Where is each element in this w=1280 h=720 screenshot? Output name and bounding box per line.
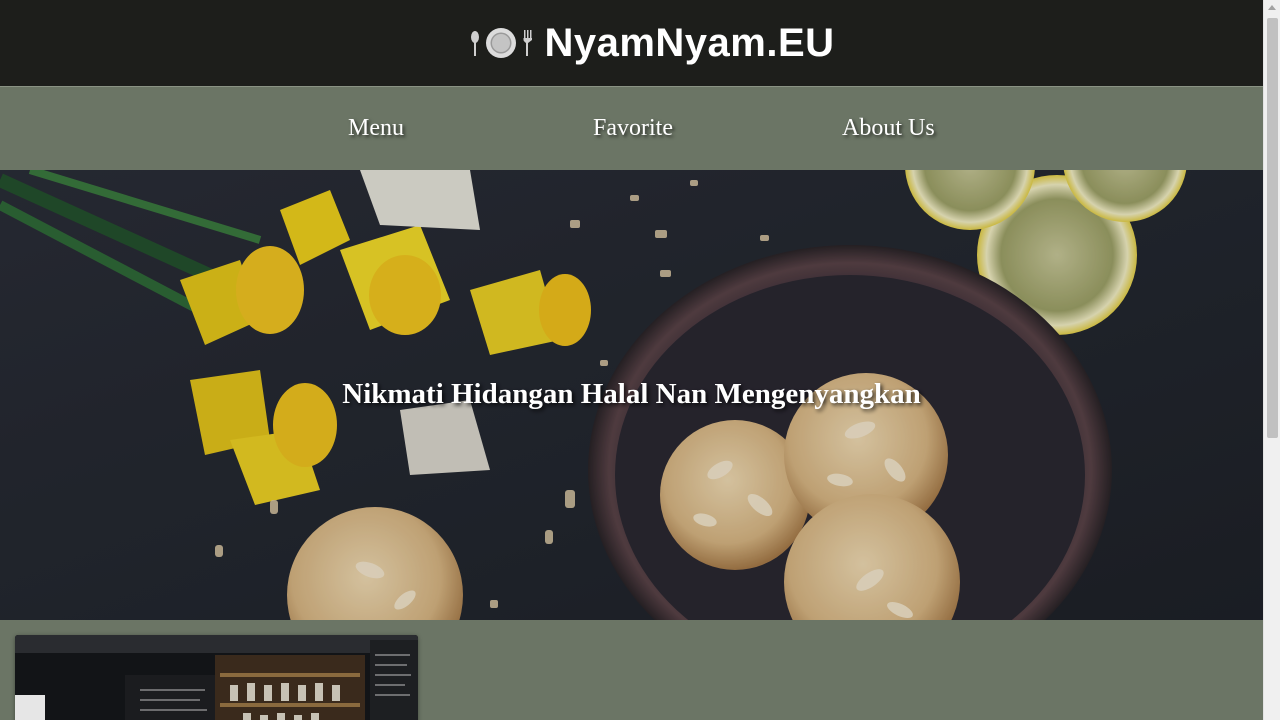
nav-item-favorite[interactable]: Favorite bbox=[593, 115, 673, 142]
cafe-interior-image bbox=[15, 635, 418, 720]
site-header: NyamNyam.EU bbox=[0, 0, 1263, 86]
brand-name: NyamNyam.EU bbox=[544, 20, 835, 65]
page: NyamNyam.EU Menu Favorite About Us Nikma… bbox=[0, 0, 1280, 720]
hero-banner: Nikmati Hidangan Halal Nan Mengenyangkan bbox=[0, 170, 1263, 620]
cafe-card[interactable] bbox=[15, 635, 418, 720]
brand[interactable]: NyamNyam.EU bbox=[468, 21, 834, 66]
hero-tagline: Nikmati Hidangan Halal Nan Mengenyangkan bbox=[342, 378, 921, 410]
plate-fork-knife-icon bbox=[471, 28, 533, 58]
vertical-scrollbar[interactable] bbox=[1263, 0, 1280, 720]
scrollbar-thumb[interactable] bbox=[1267, 18, 1278, 438]
nav-item-menu[interactable]: Menu bbox=[348, 115, 404, 142]
main-nav: Menu Favorite About Us bbox=[0, 86, 1263, 170]
scroll-up-arrow-icon[interactable] bbox=[1268, 5, 1276, 10]
nav-item-about-us[interactable]: About Us bbox=[842, 115, 935, 142]
